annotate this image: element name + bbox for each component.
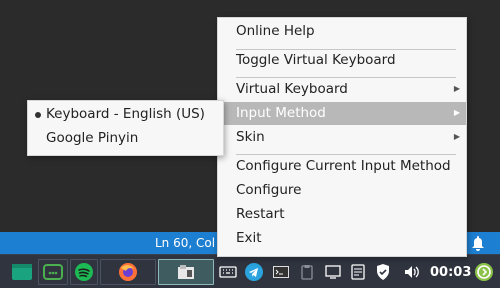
update-icon[interactable] (473, 259, 495, 285)
display-icon[interactable] (324, 259, 342, 285)
chevron-right-icon: ▶ (453, 84, 460, 93)
taskbar: 00:03 (0, 254, 500, 288)
input-method-submenu: Keyboard - English (US) Google Pinyin (27, 100, 224, 156)
shield-icon[interactable] (374, 259, 392, 285)
submenu-item-google-pinyin[interactable]: Google Pinyin (28, 127, 223, 150)
menu-item-restart[interactable]: Restart (218, 203, 466, 226)
menu-item-virtual-keyboard[interactable]: Virtual Keyboard ▶ (218, 78, 466, 101)
selected-radio-icon (35, 112, 41, 118)
menu-item-configure-current-input-method[interactable]: Configure Current Input Method (218, 155, 466, 178)
chat-app-button[interactable] (38, 259, 68, 285)
cursor-position[interactable]: Ln 60, Col 1 (155, 236, 227, 250)
notes-icon[interactable] (349, 259, 367, 285)
clock[interactable]: 00:03 (430, 265, 471, 280)
menu-item-skin[interactable]: Skin ▶ (218, 126, 466, 149)
menu-item-exit[interactable]: Exit (218, 227, 466, 250)
file-manager-app-button[interactable] (158, 259, 214, 285)
terminal-app-icon[interactable] (8, 259, 36, 285)
terminal-icon[interactable] (271, 259, 291, 285)
spotify-app-button[interactable] (70, 259, 98, 285)
chevron-right-icon: ▶ (453, 132, 460, 141)
firefox-app-button[interactable] (100, 259, 156, 285)
telegram-icon[interactable] (244, 259, 264, 285)
volume-icon[interactable] (402, 259, 422, 285)
menu-item-configure[interactable]: Configure (218, 179, 466, 202)
menu-item-toggle-virtual-keyboard[interactable]: Toggle Virtual Keyboard (218, 49, 466, 72)
submenu-item-keyboard-english-us[interactable]: Keyboard - English (US) (28, 103, 223, 126)
chevron-right-icon: ▶ (453, 108, 460, 117)
menu-item-online-help[interactable]: Online Help (218, 20, 466, 43)
keyboard-icon[interactable] (219, 259, 237, 285)
menu-item-input-method[interactable]: Input Method ▶ (218, 102, 466, 125)
clipboard-icon[interactable] (299, 259, 315, 285)
input-method-context-menu: Online Help Toggle Virtual Keyboard Virt… (217, 17, 467, 257)
notification-bell-icon[interactable] (471, 235, 487, 251)
